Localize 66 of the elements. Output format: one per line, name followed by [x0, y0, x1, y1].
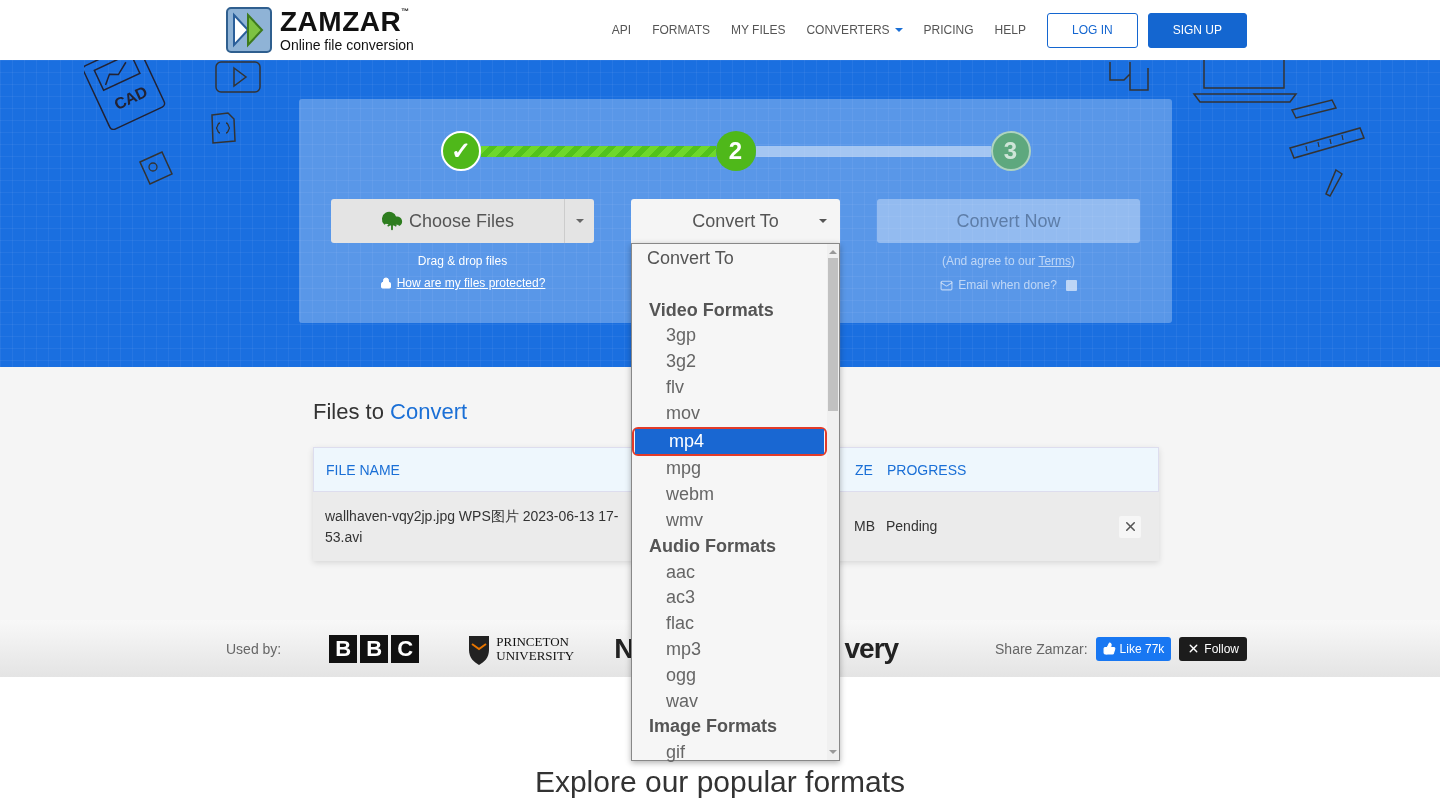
nav-link[interactable]: API: [611, 23, 632, 37]
log-in-button[interactable]: LOG IN: [1046, 12, 1138, 48]
sign-up-button[interactable]: SIGN UP: [1147, 12, 1247, 48]
logo-letter: C: [391, 634, 420, 663]
logo-icon: [226, 7, 272, 53]
nav-link[interactable]: MY FILES: [731, 23, 786, 37]
dropdown-option[interactable]: mp4: [635, 428, 824, 455]
step-circle: 3: [990, 131, 1031, 171]
brand-name: ZAMZAR$^{™}$: [280, 8, 411, 36]
thumbs-up-icon: [1102, 642, 1116, 655]
code-file-doodle: [209, 111, 237, 145]
nav-link[interactable]: HELP: [994, 23, 1026, 37]
progress-cell-text: Pending: [886, 517, 938, 537]
logo-text: PRINCETON UNIVERSITY: [496, 634, 575, 663]
image-file-doodle: [136, 148, 176, 188]
nav-link[interactable]: FORMATS: [652, 23, 710, 37]
section-title: Files to Convert: [313, 399, 468, 425]
option-group-label: Image Formats: [648, 715, 779, 739]
caret-icon: [819, 219, 827, 223]
dropdown-option[interactable]: webm: [632, 482, 827, 508]
like-button[interactable]: Like 77k: [1095, 636, 1172, 661]
dropdown-option[interactable]: ac3: [632, 585, 827, 612]
dropdown-option[interactable]: mov: [632, 400, 827, 427]
dropdown-option[interactable]: gif: [632, 740, 827, 766]
caret-icon: [575, 219, 584, 223]
terms-note: (And agree to our Terms): [941, 254, 1076, 268]
logo-text: very: [844, 632, 899, 665]
logo-letter: B: [329, 634, 358, 663]
file-name-cell-text: wallhaven-vqy2jp.jpg WPS图片 2023-06-13 17- 53.avi: [325, 507, 619, 547]
email-label: Email when done?: [958, 278, 1057, 292]
dropdown-option[interactable]: mpg: [632, 456, 827, 483]
dropdown-option[interactable]: ogg: [632, 662, 827, 689]
drag-drop-hint: Drag & drop files: [417, 254, 508, 268]
column-header: ZE: [855, 461, 873, 478]
column-header: PROGRESS: [887, 461, 967, 478]
scrollbar[interactable]: [827, 244, 839, 760]
lock-icon: [379, 277, 392, 289]
dropdown-option[interactable]: 3gp: [632, 323, 827, 350]
close-button[interactable]: [1119, 515, 1141, 538]
convert-to-dropdown[interactable]: Convert To: [631, 199, 840, 243]
dropdown-option[interactable]: flv: [632, 375, 827, 401]
nav-link[interactable]: PRICING: [923, 23, 974, 37]
follow-button[interactable]: Follow: [1179, 636, 1247, 661]
video-file-doodle: [214, 60, 262, 96]
dropdown-option[interactable]: mp3: [632, 636, 827, 663]
used-by-label: Used by:: [226, 640, 282, 657]
mail-icon: [940, 278, 954, 292]
dropdown-option[interactable]: Convert To: [632, 246, 827, 272]
caret-icon: [894, 28, 903, 32]
logo-letter: B: [360, 634, 389, 663]
files-protected-link[interactable]: How are my files protected?: [396, 276, 546, 290]
nav-link[interactable]: CONVERTERS: [806, 23, 903, 37]
option-group-label: Audio Formats: [648, 534, 777, 558]
tagline: Online file conversion: [280, 38, 414, 52]
file-size-cell-text: MB: [854, 517, 875, 537]
step-circle: ✓: [440, 131, 481, 171]
dropdown-option[interactable]: wmv: [632, 507, 827, 534]
step-circle: 2: [715, 131, 756, 171]
dropdown-option[interactable]: aac: [632, 559, 827, 586]
share-label: Share Zamzar:: [995, 640, 1088, 657]
column-header: FILE NAME: [326, 461, 400, 478]
dropdown-option[interactable]: wav: [632, 688, 827, 715]
dropdown-option[interactable]: 3g2: [632, 349, 827, 375]
section-heading: Explore our popular formats: [534, 765, 906, 799]
dropdown-option[interactable]: flac: [632, 611, 827, 637]
option-group-label: Video Formats: [648, 298, 775, 322]
